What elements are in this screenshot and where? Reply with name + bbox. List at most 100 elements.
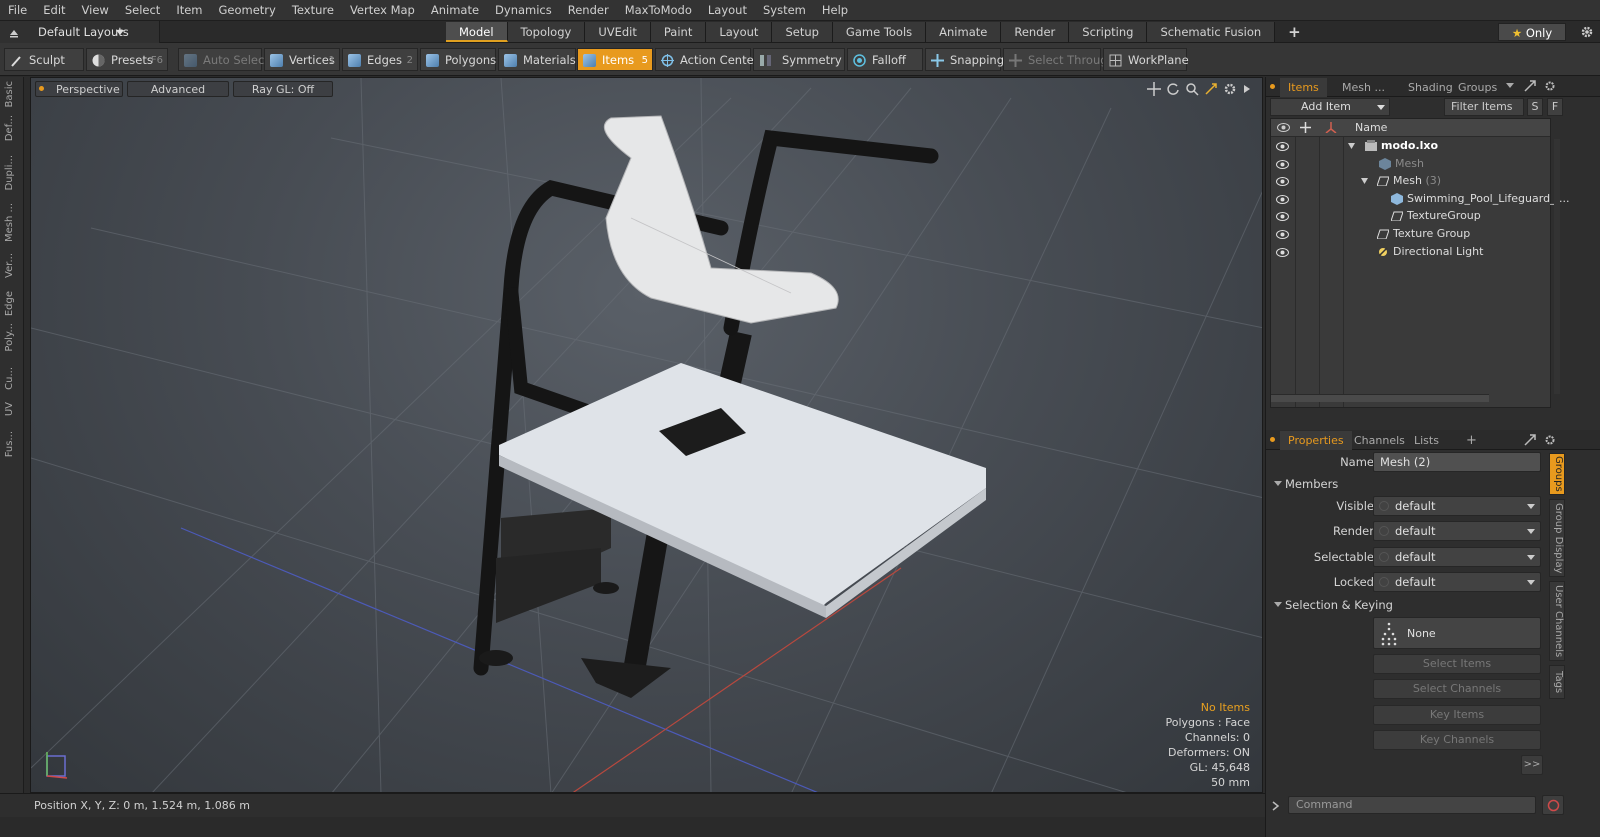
left-tab-polygon[interactable]: Poly... [4,323,20,352]
menu-file[interactable]: File [0,0,35,21]
menu-view[interactable]: View [74,0,117,21]
tree-row-lifeguard-mesh[interactable]: Swimming_Pool_Lifeguard_ ... [1271,190,1570,208]
advanced-button[interactable]: Advanced [127,81,229,97]
tab-uvedit[interactable]: UVEdit [585,22,651,42]
menu-system[interactable]: System [755,0,814,21]
tab-lists[interactable]: Lists [1406,431,1447,450]
expand-panel-icon[interactable] [1524,80,1536,92]
raygl-button[interactable]: Ray GL: Off [233,81,333,97]
more-button[interactable]: >> [1521,755,1543,775]
eye-icon[interactable] [1276,159,1289,169]
menu-render[interactable]: Render [560,0,617,21]
tree-vertical-scrollbar[interactable] [1554,139,1560,394]
selection-keying-section[interactable]: Selection & Keying [1271,596,1541,614]
tab-paint[interactable]: Paint [650,22,707,42]
select-through-button[interactable]: Select Through [1003,48,1115,71]
menu-layout[interactable]: Layout [700,0,755,21]
symmetry-button[interactable]: Symmetry [753,48,845,71]
tab-animate[interactable]: Animate [926,22,1002,42]
rotate-view-icon[interactable] [1166,82,1180,96]
side-tab-group-display[interactable]: Group Display [1549,499,1565,577]
select-channels-button[interactable]: Select Channels [1373,679,1541,699]
zoom-view-icon[interactable] [1185,82,1199,96]
eye-icon[interactable] [1276,177,1289,187]
tree-horizontal-scrollbar[interactable] [1271,394,1489,402]
none-selector-button[interactable]: None [1373,617,1541,649]
tab-properties[interactable]: Properties [1280,431,1352,450]
side-tab-groups[interactable]: Groups [1549,453,1565,495]
layout-selector[interactable]: Default Layouts [0,21,160,43]
eye-icon[interactable] [1276,247,1289,257]
auto-select-button[interactable]: Auto Select [178,48,269,71]
falloff-button[interactable]: Falloff [847,48,923,71]
eye-icon[interactable] [1276,142,1289,151]
members-section[interactable]: Members [1271,475,1541,493]
eye-icon[interactable] [1276,229,1289,239]
left-tab-mesh-edit[interactable]: Mesh ... [4,203,20,242]
eye-icon[interactable] [1276,194,1289,204]
move-view-icon[interactable] [1147,82,1161,96]
tree-row-mesh-group[interactable]: Mesh (3) [1271,172,1550,190]
tab-schematic-fusion[interactable]: Schematic Fusion [1147,22,1276,42]
tab-layout[interactable]: Layout [706,22,773,42]
expand-panel-icon[interactable] [1524,434,1536,446]
expand-arrow-icon[interactable] [1361,178,1368,185]
name-input[interactable]: Mesh (2) [1373,452,1541,472]
left-tab-duplicate[interactable]: Dupli... [4,155,20,190]
vertices-button[interactable]: Vertices 1 [264,48,340,71]
left-tab-fusion[interactable]: Fus... [4,431,20,457]
items-button[interactable]: Items 5 [577,48,653,71]
menu-select[interactable]: Select [117,0,168,21]
tabs-dropdown-icon[interactable] [1506,83,1514,89]
fit-view-icon[interactable] [1204,82,1218,96]
menu-dynamics[interactable]: Dynamics [487,0,560,21]
tree-row-directional-light[interactable]: Directional Light [1271,243,1550,261]
render-select[interactable]: default [1373,521,1541,541]
expand-arrow-icon[interactable] [1348,143,1355,149]
menu-texture[interactable]: Texture [284,0,342,21]
workplane-button[interactable]: WorkPlane [1103,48,1189,71]
tab-scripting[interactable]: Scripting [1069,22,1148,42]
tab-mesh[interactable]: Mesh ... [1334,78,1393,97]
only-button[interactable]: ★ Only [1498,23,1566,41]
side-tab-user-channels[interactable]: User Channels [1549,581,1565,661]
viewport-more-icon[interactable] [1242,82,1252,96]
key-channels-button[interactable]: Key Channels [1373,730,1541,750]
add-tab-button[interactable]: + [1275,22,1314,42]
command-record-button[interactable] [1542,795,1564,815]
side-tab-tags[interactable]: Tags [1549,665,1565,699]
menu-item[interactable]: Item [168,0,210,21]
menu-geometry[interactable]: Geometry [211,0,284,21]
locked-select[interactable]: default [1373,572,1541,592]
add-item-button[interactable]: Add Item [1270,98,1390,116]
left-tab-curve[interactable]: Cu... [4,367,20,390]
viewport-gear-icon[interactable] [1223,82,1237,96]
eye-icon[interactable] [1276,212,1289,222]
menu-edit[interactable]: Edit [35,0,73,21]
perspective-button[interactable]: Perspective [35,81,123,97]
edges-button[interactable]: Edges 2 [342,48,418,71]
visible-select[interactable]: default [1373,496,1541,516]
panel-gear-icon[interactable] [1544,434,1556,446]
3d-viewport[interactable]: Perspective Advanced Ray GL: Off No Item… [30,77,1263,793]
command-input[interactable]: Command [1288,796,1536,814]
menu-maxtomodo[interactable]: MaxToModo [617,0,700,21]
left-tab-vertex[interactable]: Ver... [4,253,20,278]
tree-row-texture-group[interactable]: Texture Group [1271,225,1550,243]
menu-animate[interactable]: Animate [423,0,487,21]
left-tab-edge[interactable]: Edge [4,291,20,316]
gear-icon[interactable] [1580,25,1594,39]
search-f-button[interactable]: F [1547,98,1563,116]
tree-row-texturegroup[interactable]: TextureGroup [1271,207,1550,225]
add-properties-tab-button[interactable]: + [1458,431,1485,450]
panel-gear-icon[interactable] [1544,80,1556,92]
left-tab-basic[interactable]: Basic [4,81,20,107]
presets-button[interactable]: Presets F6 [86,48,168,71]
tab-render[interactable]: Render [1001,22,1070,42]
tab-groups[interactable]: Groups [1450,78,1505,97]
action-center-button[interactable]: Action Center [655,48,758,71]
selectable-select[interactable]: default [1373,547,1541,567]
tab-items[interactable]: Items [1280,78,1327,97]
left-tab-deform[interactable]: Def... [4,115,20,141]
tab-topology[interactable]: Topology [507,22,586,42]
